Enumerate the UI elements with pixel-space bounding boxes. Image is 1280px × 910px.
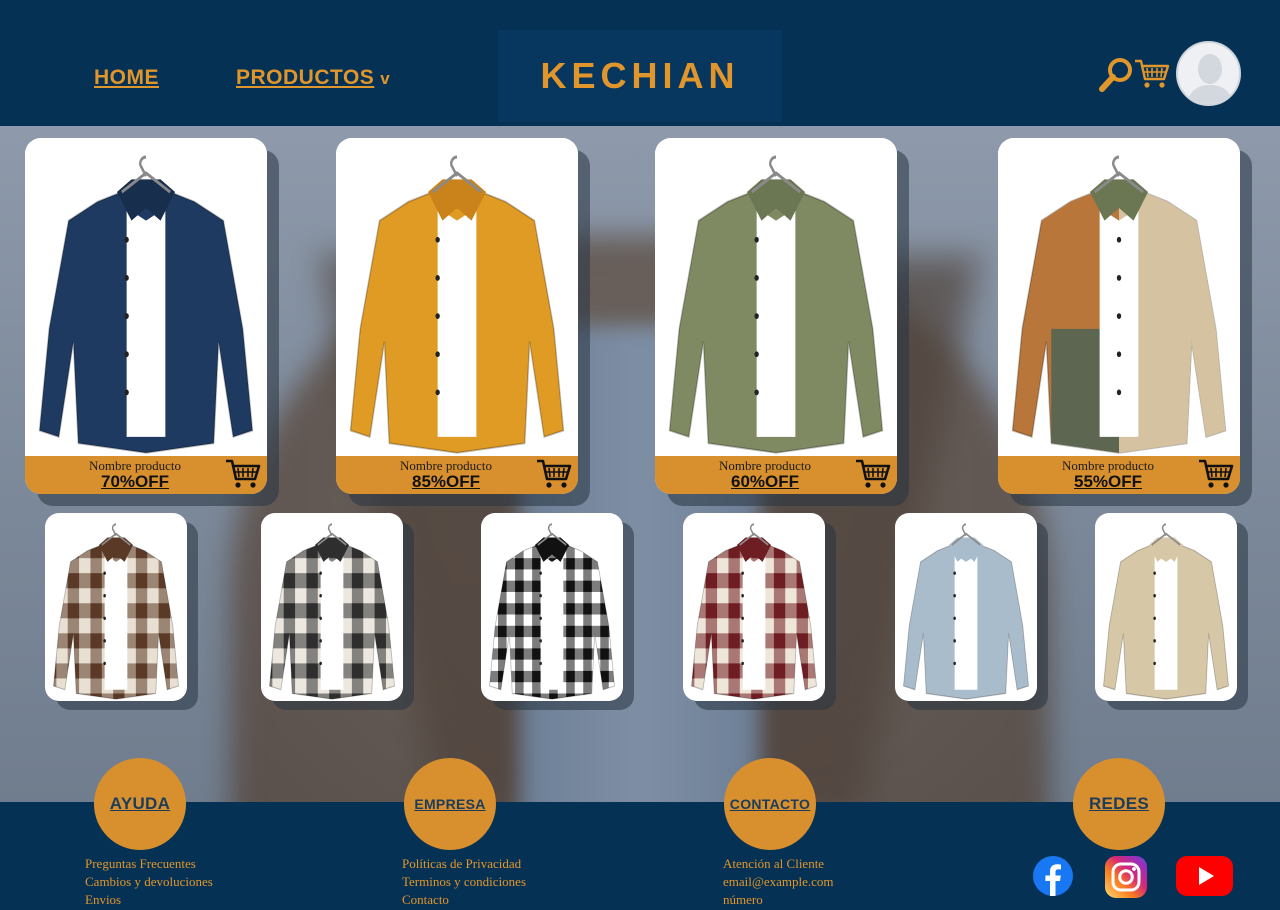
add-to-cart-icon[interactable]: [855, 458, 891, 490]
product-discount[interactable]: 55%OFF: [998, 472, 1218, 492]
footer-company-button[interactable]: EMPRESA: [404, 758, 496, 850]
chevron-down-icon: v: [380, 69, 391, 88]
product-card[interactable]: Nombre producto 55%OFF: [998, 138, 1240, 494]
product-discount[interactable]: 60%OFF: [655, 472, 875, 492]
product-discount[interactable]: 85%OFF: [336, 472, 556, 492]
search-icon[interactable]: [1098, 56, 1134, 94]
privacy-link[interactable]: Políticas de Privacidad: [402, 855, 526, 873]
product-discount[interactable]: 70%OFF: [25, 472, 245, 492]
contact-link[interactable]: Contacto: [402, 891, 526, 909]
brand-logo-text: KECHIAN: [540, 55, 740, 96]
avatar[interactable]: [1176, 41, 1241, 106]
instagram-icon[interactable]: [1105, 856, 1147, 898]
footer-help-button[interactable]: AYUDA: [94, 758, 186, 850]
site-header: HOME PRODUCTOS v KECHIAN: [0, 0, 1280, 126]
product-thumbnail[interactable]: [481, 513, 623, 701]
brand-logo[interactable]: KECHIAN: [498, 30, 782, 122]
product-info-bar: Nombre producto 85%OFF: [336, 456, 578, 494]
add-to-cart-icon[interactable]: [225, 458, 261, 490]
footer-company-links: Políticas de Privacidad Terminos y condi…: [402, 855, 526, 909]
product-image[interactable]: [336, 138, 578, 456]
product-image[interactable]: [655, 138, 897, 456]
footer-contact-button[interactable]: CONTACTO: [724, 758, 816, 850]
faq-link[interactable]: Preguntas Frecuentes: [85, 855, 213, 873]
customer-service-link[interactable]: Atención al Cliente: [723, 855, 834, 873]
product-card[interactable]: Nombre producto 70%OFF: [25, 138, 267, 494]
nav-products-label: PRODUCTOS: [236, 66, 375, 89]
footer-contact-links: Atención al Cliente email@example.com nú…: [723, 855, 834, 909]
product-card[interactable]: Nombre producto 60%OFF: [655, 138, 897, 494]
product-thumbnail[interactable]: [261, 513, 403, 701]
product-thumbnail[interactable]: [45, 513, 187, 701]
returns-link[interactable]: Cambios y devoluciones: [85, 873, 213, 891]
product-info-bar: Nombre producto 60%OFF: [655, 456, 897, 494]
product-thumbnail[interactable]: [683, 513, 825, 701]
product-thumbnail[interactable]: [895, 513, 1037, 701]
product-info-bar: Nombre producto 55%OFF: [998, 456, 1240, 494]
email-link[interactable]: email@example.com: [723, 873, 834, 891]
terms-link[interactable]: Terminos y condiciones: [402, 873, 526, 891]
phone-link[interactable]: número: [723, 891, 834, 909]
user-silhouette-icon: [1186, 54, 1234, 104]
add-to-cart-icon[interactable]: [1198, 458, 1234, 490]
product-image[interactable]: [25, 138, 267, 456]
shipping-link[interactable]: Envios: [85, 891, 213, 909]
youtube-icon[interactable]: [1176, 856, 1233, 896]
product-thumbnail[interactable]: [1095, 513, 1237, 701]
product-image[interactable]: [998, 138, 1240, 456]
footer-help-links: Preguntas Frecuentes Cambios y devolucio…: [85, 855, 213, 909]
cart-icon[interactable]: [1134, 58, 1170, 90]
footer-social-button[interactable]: REDES: [1073, 758, 1165, 850]
facebook-icon[interactable]: [1033, 856, 1073, 896]
nav-products-link[interactable]: PRODUCTOS v: [236, 66, 390, 90]
product-info-bar: Nombre producto 70%OFF: [25, 456, 267, 494]
add-to-cart-icon[interactable]: [536, 458, 572, 490]
nav-home-link[interactable]: HOME: [94, 66, 159, 90]
product-card[interactable]: Nombre producto 85%OFF: [336, 138, 578, 494]
